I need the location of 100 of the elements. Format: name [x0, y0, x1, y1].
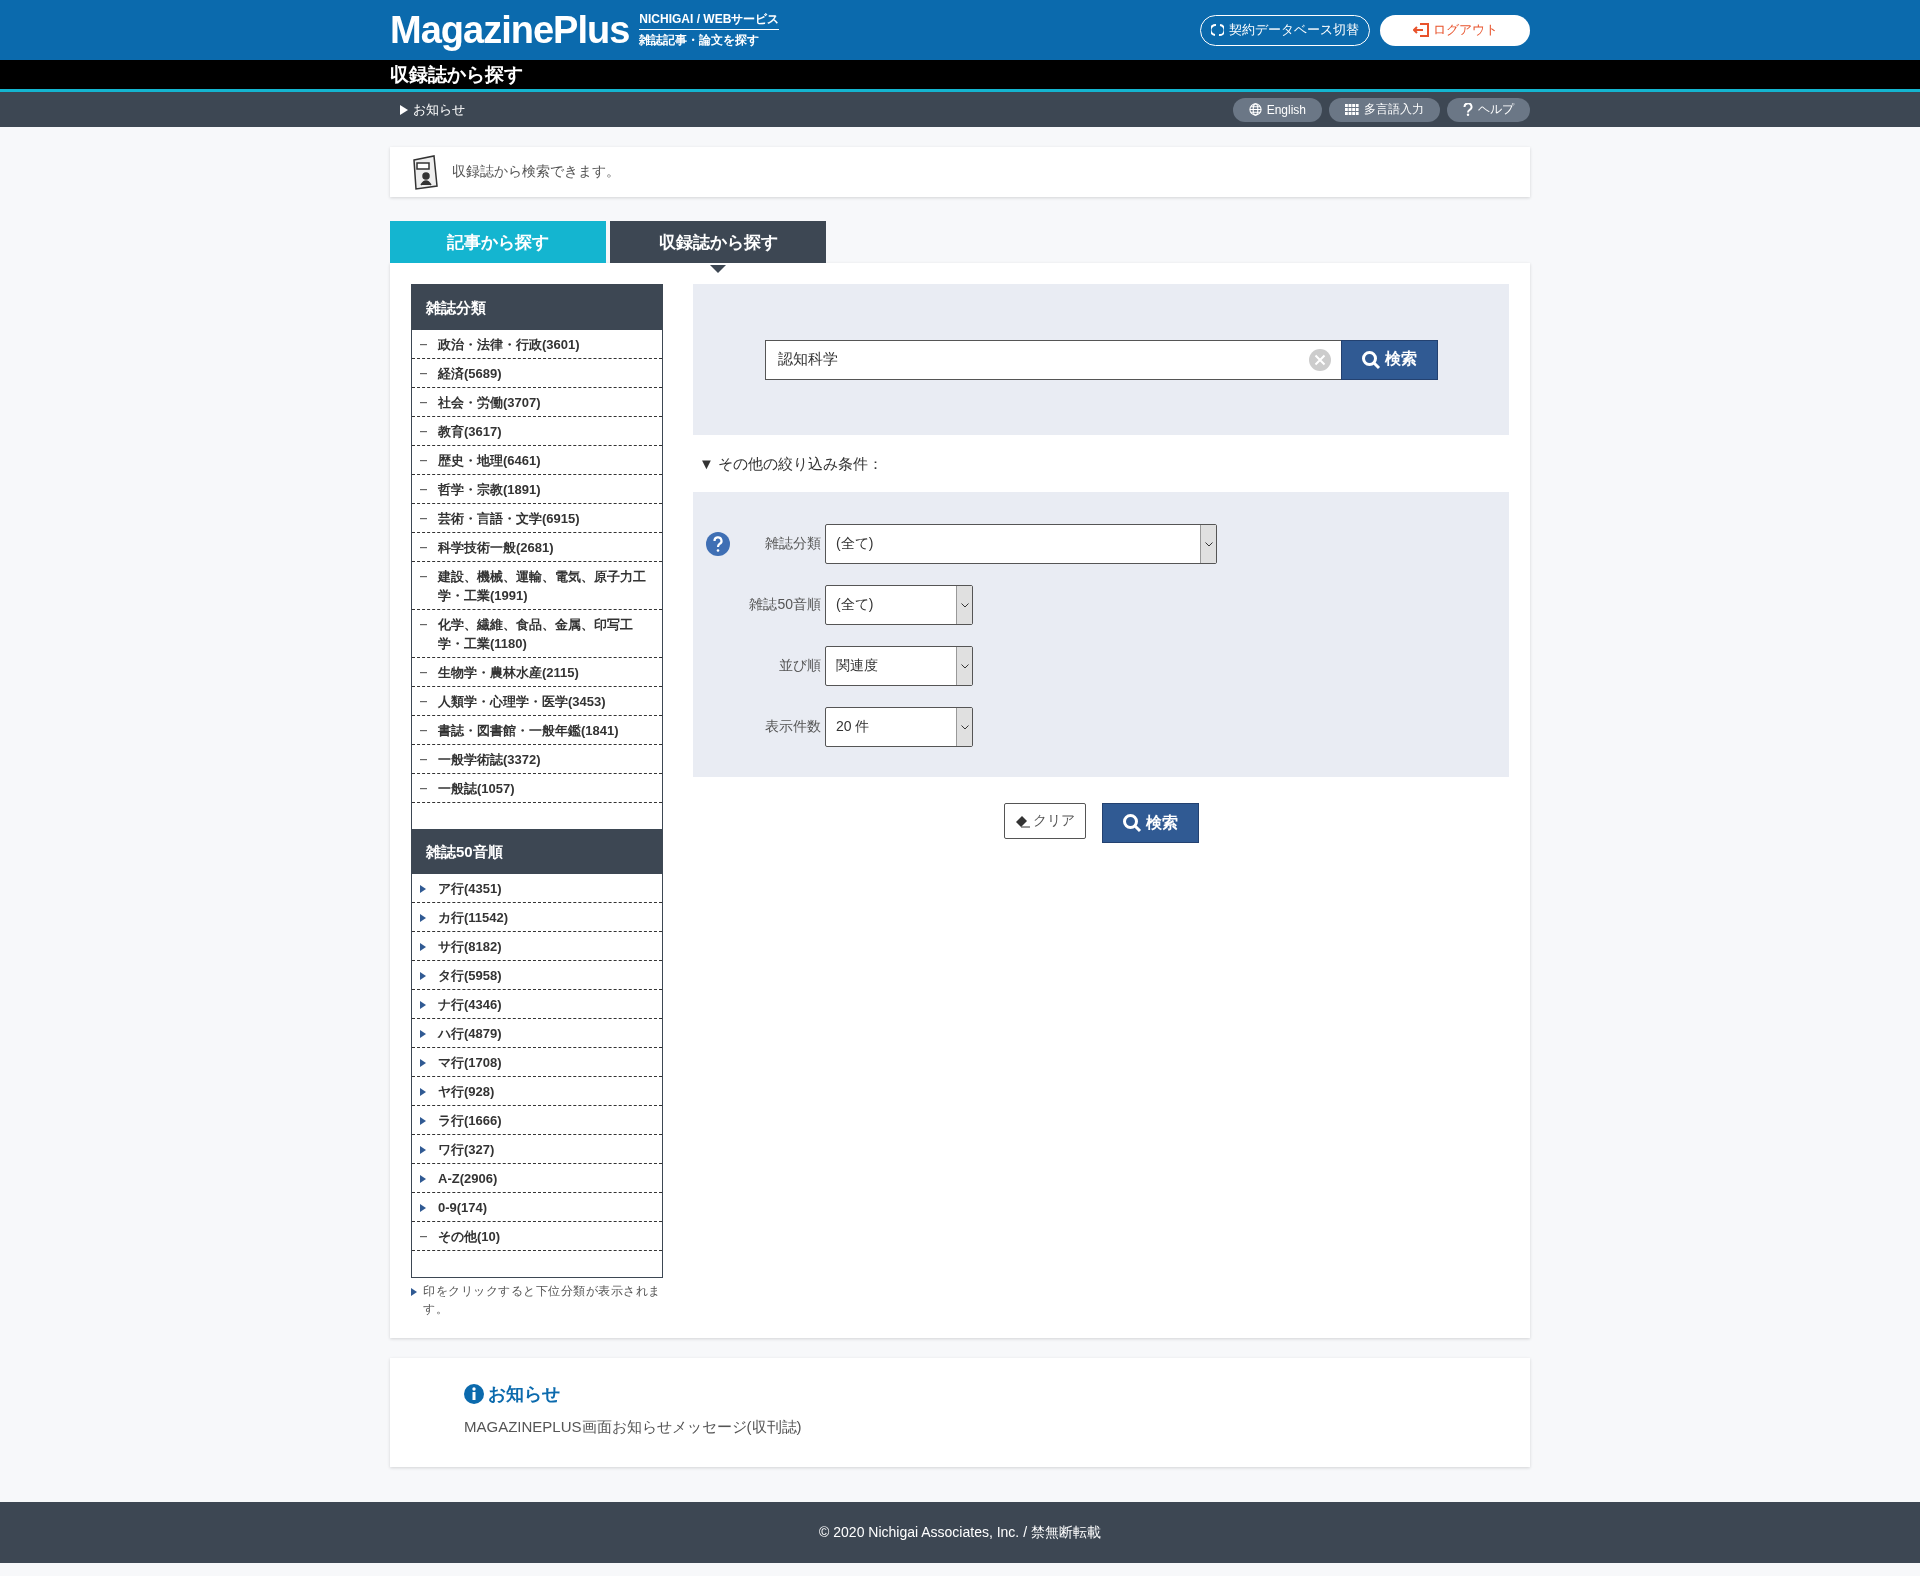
- info-text: 収録誌から検索できます。: [452, 163, 620, 181]
- dash-icon: [420, 459, 427, 462]
- service-name: NICHIGAI / WEBサービス: [639, 11, 780, 30]
- chevron-icon: [1204, 541, 1213, 547]
- triangle-icon: [420, 1116, 426, 1125]
- page-title: 収録誌から探す: [390, 63, 524, 87]
- sidebar-item[interactable]: 教育(3617): [412, 417, 662, 446]
- triangle-icon: [420, 884, 426, 893]
- triangle-icon: [420, 1087, 426, 1096]
- search-button[interactable]: 検索: [1340, 339, 1438, 380]
- dash-icon: [420, 430, 427, 433]
- sidebar-item[interactable]: ラ行(1666): [412, 1106, 662, 1135]
- filter-select[interactable]: 20 件: [825, 707, 973, 747]
- notice-title: お知らせ: [488, 1383, 560, 1406]
- sidebar-item[interactable]: 一般学術誌(3372): [412, 745, 662, 774]
- dash-icon: [420, 401, 427, 404]
- question-icon: [1463, 103, 1473, 116]
- sidebar-item[interactable]: カ行(11542): [412, 903, 662, 932]
- search-submit-button[interactable]: 検索: [1101, 803, 1199, 843]
- dash-icon: [420, 700, 427, 703]
- sidebar-item[interactable]: 一般誌(1057): [412, 774, 662, 803]
- search-icon: [1122, 813, 1142, 833]
- triangle-icon: [420, 1029, 426, 1038]
- clear-icon[interactable]: [1308, 348, 1331, 371]
- dash-icon: [420, 372, 427, 375]
- clear-button[interactable]: クリア: [1003, 803, 1086, 839]
- sidebar-item[interactable]: マ行(1708): [412, 1048, 662, 1077]
- sidebar-heading: 雑誌分類: [412, 285, 662, 330]
- sidebar-item[interactable]: タ行(5958): [412, 961, 662, 990]
- dash-icon: [420, 517, 427, 520]
- globe-icon: [1248, 103, 1262, 116]
- sidebar-item[interactable]: 歴史・地理(6461): [412, 446, 662, 475]
- filter-select[interactable]: (全て): [825, 585, 973, 625]
- keyboard-icon: [1345, 103, 1359, 116]
- dash-icon: [420, 575, 427, 578]
- triangle-icon: [411, 1287, 417, 1296]
- sidebar-item[interactable]: ハ行(4879): [412, 1019, 662, 1048]
- sidebar-item[interactable]: ナ行(4346): [412, 990, 662, 1019]
- sidebar-item[interactable]: その他(10): [412, 1222, 662, 1251]
- search-field[interactable]: 認知科学: [764, 339, 1341, 380]
- sidebar-item[interactable]: ワ行(327): [412, 1135, 662, 1164]
- logout-icon: [1412, 23, 1429, 37]
- dash-icon: [420, 729, 427, 732]
- sidebar-heading: 雑誌50音順: [412, 829, 662, 874]
- sidebar-item[interactable]: 社会・労働(3707): [412, 388, 662, 417]
- magazine-icon: [410, 154, 440, 190]
- filter-select[interactable]: (全て): [825, 524, 1217, 564]
- dash-icon: [420, 488, 427, 491]
- sidebar-item[interactable]: 経済(5689): [412, 359, 662, 388]
- refresh-icon: [1211, 23, 1224, 37]
- filter-select[interactable]: 関連度: [825, 646, 973, 686]
- triangle-icon: [420, 1174, 426, 1183]
- dash-icon: [420, 546, 427, 549]
- dash-icon: [420, 787, 427, 790]
- sidebar-note: 印をクリックすると下位分類が表示されます。: [423, 1283, 662, 1318]
- sidebar-item[interactable]: A-Z(2906): [412, 1164, 662, 1193]
- eraser-icon: [1014, 814, 1031, 828]
- notice-link[interactable]: お知らせ: [400, 100, 465, 119]
- triangle-icon: [420, 1000, 426, 1009]
- search-icon: [1361, 349, 1381, 370]
- sidebar-item[interactable]: 書誌・図書館・一般年鑑(1841): [412, 716, 662, 745]
- tagline: 雑誌記事・論文を探す: [639, 32, 761, 49]
- triangle-icon: [420, 1058, 426, 1067]
- triangle-icon: [420, 971, 426, 980]
- notice-message: MAGAZINEPLUS画面お知らせメッセージ(収刊誌): [464, 1418, 803, 1437]
- filter-label: 表示件数: [764, 718, 822, 736]
- sidebar-item[interactable]: 哲学・宗教(1891): [412, 475, 662, 504]
- dash-icon: [420, 623, 427, 626]
- sidebar-item[interactable]: 0-9(174): [412, 1193, 662, 1222]
- chevron-icon: [960, 602, 969, 608]
- sidebar-item[interactable]: 科学技術一般(2681): [412, 533, 662, 562]
- sidebar-item[interactable]: サ行(8182): [412, 932, 662, 961]
- filter-label: 雑誌分類: [764, 535, 822, 553]
- header-pill-button[interactable]: ヘルプ: [1447, 97, 1530, 122]
- filter-label: 雑誌50音順: [748, 596, 822, 614]
- dash-icon: [420, 1235, 427, 1238]
- chevron-icon: [960, 663, 969, 669]
- triangle-icon: [420, 942, 426, 951]
- triangle-icon: [420, 913, 426, 922]
- chevron-icon: [960, 724, 969, 730]
- sidebar-item[interactable]: 政治・法律・行政(3601): [412, 330, 662, 359]
- triangle-icon: [400, 104, 408, 115]
- sidebar-item[interactable]: 芸術・言語・文学(6915): [412, 504, 662, 533]
- sidebar-item[interactable]: 化学、繊維、食品、金属、印写工学・工業(1180): [412, 610, 662, 658]
- header-pill-button[interactable]: 多言語入力: [1329, 97, 1440, 122]
- sidebar-item[interactable]: ア行(4351): [412, 874, 662, 903]
- triangle-icon: [420, 1203, 426, 1212]
- dash-icon: [420, 758, 427, 761]
- sidebar-item[interactable]: 生物学・農林水産(2115): [412, 658, 662, 687]
- logout-button[interactable]: ログアウト: [1380, 14, 1530, 46]
- dash-icon: [420, 671, 427, 674]
- header-pill-button[interactable]: English: [1232, 97, 1322, 122]
- sidebar-item[interactable]: 建設、機械、運輸、電気、原子力工学・工業(1991): [412, 562, 662, 610]
- filter-label: 並び順: [778, 657, 822, 675]
- sidebar-item[interactable]: 人類学・心理学・医学(3453): [412, 687, 662, 716]
- filters-toggle[interactable]: ▼ その他の絞り込み条件：: [693, 435, 1509, 492]
- dash-icon: [420, 343, 427, 346]
- triangle-icon: [420, 1145, 426, 1154]
- logo: MagazinePlus: [390, 8, 630, 52]
- sidebar-item[interactable]: ヤ行(928): [412, 1077, 662, 1106]
